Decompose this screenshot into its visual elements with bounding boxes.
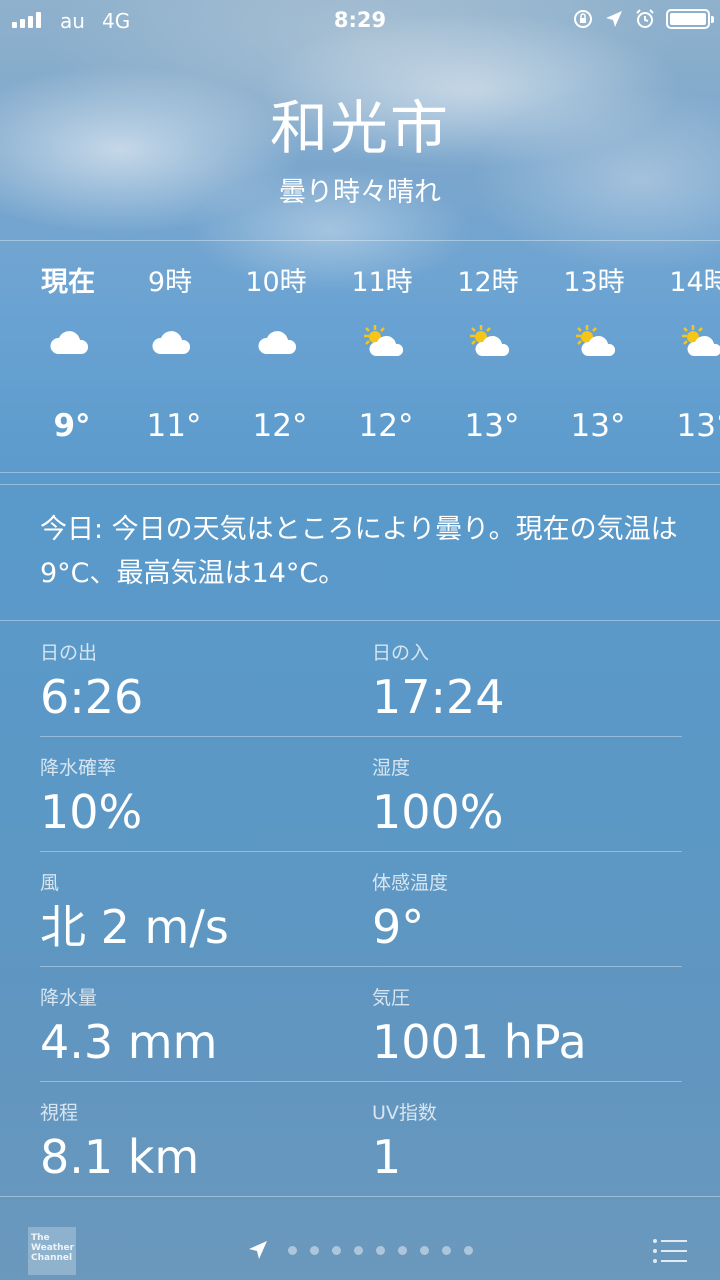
bottom-toolbar: The Weather Channel [0,1196,720,1280]
daily-summary: 今日: 今日の天気はところにより曇り。現在の気温は9°C、最高気温は14°C。 [40,514,678,589]
precipitation-value: 4.3 mm [40,1015,218,1069]
location-arrow-icon [606,11,622,27]
details-row: 降水量 4.3 mm 気圧 1001 hPa [40,967,682,1082]
feels-like-value: 9° [372,900,425,954]
wind-label: 風 [40,872,60,894]
page-dot [420,1245,429,1255]
divider [0,484,720,485]
humidity-value: 100% [372,785,504,839]
partly-sunny-icon [470,325,510,356]
uv-index-label: UV指数 [372,1102,437,1124]
precipitation-label: 降水量 [40,987,98,1009]
hour-temp: 12° [252,408,308,444]
hour-time: 14時 [669,267,720,298]
pressure-cell: 気圧 1001 hPa [372,967,692,1070]
wind-cell: 風 北 2 m/s [40,852,360,955]
orientation-lock-icon [574,10,592,28]
hour-temp: 13° [464,408,520,444]
page-dot [442,1245,451,1255]
uv-index-value: 1 [372,1130,402,1184]
sunset-cell: 日の入 17:24 [372,622,692,725]
visibility-label: 視程 [40,1102,79,1124]
cloud-icon [50,331,89,354]
visibility-cell: 視程 8.1 km [40,1082,360,1185]
precip-chance-value: 10% [40,785,143,839]
humidity-cell: 湿度 100% [372,737,692,840]
details-row: 降水確率 10% 湿度 100% [40,737,682,852]
page-dot [310,1245,319,1255]
hour-temp: 13° [676,408,720,444]
precip-chance-cell: 降水確率 10% [40,737,360,840]
page-dot [288,1245,297,1255]
page-dot [398,1245,407,1255]
hourly-forecast[interactable]: 現在 9° 9時 11° 10時 12° 11時 12° 12時 13° 13時 [0,240,720,472]
details-row: 風 北 2 m/s 体感温度 9° [40,852,682,967]
page-dot [354,1245,363,1255]
battery-icon [666,9,714,29]
partly-sunny-icon [364,325,404,356]
visibility-value: 8.1 km [40,1130,200,1184]
divider [0,472,720,473]
cloud-icon [152,331,191,354]
hour-temp: 13° [570,408,626,444]
city-name: 和光市 [269,94,450,162]
pressure-label: 気圧 [372,987,411,1009]
cloud-icon [258,331,297,354]
city-list-icon[interactable] [652,1237,688,1265]
page-dot [332,1245,341,1255]
hour-temp: 9° [53,408,91,444]
sunrise-value: 6:26 [40,670,144,724]
precipitation-cell: 降水量 4.3 mm [40,967,360,1070]
hour-time: 現在 [41,267,95,298]
hour-time: 9時 [147,267,193,298]
page-indicator[interactable] [0,1239,720,1261]
divider [0,620,720,621]
feels-like-label: 体感温度 [372,872,449,894]
alarm-icon [636,9,654,28]
details-row: 日の出 6:26 日の入 17:24 [40,622,682,737]
hour-time: 11時 [351,267,413,298]
precip-chance-label: 降水確率 [40,757,117,779]
sunrise-cell: 日の出 6:26 [40,622,360,725]
page-dot [376,1245,385,1255]
partly-sunny-icon [682,325,720,356]
pressure-value: 1001 hPa [372,1015,587,1069]
details-row: 視程 8.1 km UV指数 1 [40,1082,682,1197]
weather-details: 日の出 6:26 日の入 17:24 降水確率 10% 湿度 100% 風 北 … [40,622,682,1197]
wind-value: 北 2 m/s [40,900,229,954]
humidity-label: 湿度 [372,757,411,779]
location-header: 和光市 曇り時々晴れ [0,92,720,209]
sunrise-label: 日の出 [40,642,98,664]
hour-time: 12時 [457,267,519,298]
hour-temp: 11° [146,408,202,444]
uv-index-cell: UV指数 1 [372,1082,692,1185]
hour-time: 10時 [245,267,307,298]
status-bar: au 4G 8:29 [0,0,720,40]
sunset-label: 日の入 [372,642,430,664]
hour-temp: 12° [358,408,414,444]
hour-time: 13時 [563,267,625,298]
partly-sunny-icon [576,325,616,356]
current-location-icon [249,1241,267,1259]
sunset-value: 17:24 [372,670,505,724]
feels-like-cell: 体感温度 9° [372,852,692,955]
current-condition: 曇り時々晴れ [279,177,441,208]
page-dot [464,1245,473,1255]
